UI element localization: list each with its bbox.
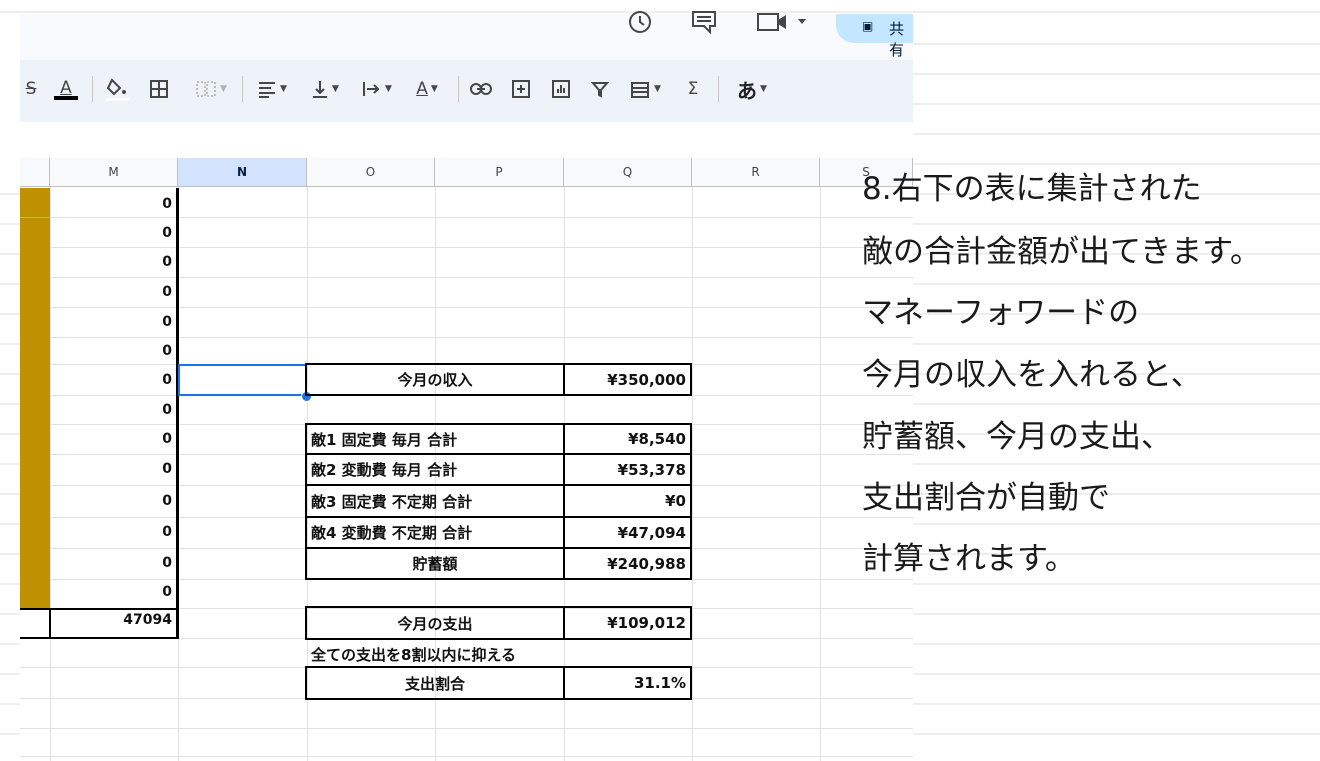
cell-m-value[interactable]: 0 [52, 493, 172, 509]
enemy3-label-cell[interactable]: 敵3 固定費 不定期 合計 [305, 484, 565, 518]
active-cell[interactable] [178, 364, 307, 396]
explanation-line: 今月の収入を入れると、 [862, 357, 1202, 393]
cell-m-value[interactable]: 0 [52, 555, 172, 571]
savings-value-cell[interactable]: ¥240,988 [563, 547, 692, 580]
horizontal-align-icon[interactable]: ▼ [250, 74, 294, 104]
lock-icon: ▣ [862, 19, 874, 33]
strikethrough-icon[interactable]: S [20, 74, 42, 104]
enemy1-label-cell[interactable]: 敵1 固定費 毎月 合計 [305, 423, 565, 455]
income-value-cell[interactable]: ¥350,000 [563, 363, 692, 396]
cell-m-value[interactable]: 0 [52, 584, 172, 600]
col-header-R[interactable]: R [692, 158, 820, 187]
col-header-N[interactable]: N [178, 158, 307, 187]
enemy3-value-cell[interactable]: ¥0 [563, 484, 692, 518]
merge-cells-icon[interactable]: ▼ [188, 74, 234, 104]
cell-m-value[interactable]: 0 [52, 196, 172, 212]
history-icon[interactable] [626, 8, 654, 36]
input-tools-button[interactable]: あ ▼ [728, 74, 776, 104]
cell-m-value[interactable]: 0 [52, 524, 172, 540]
cell-m-value[interactable]: 0 [52, 225, 172, 241]
spreadsheet-grid: M N O P Q R S 0 0 0 0 0 0 0 0 0 0 0 0 0 … [20, 158, 913, 761]
cell-m-value[interactable]: 0 [52, 343, 172, 359]
comment-icon[interactable] [506, 74, 536, 104]
explanation-line: 8.右下の表に集計された [862, 171, 1202, 207]
filter-views-icon[interactable]: ▼ [622, 74, 668, 104]
text-wrap-icon[interactable]: ▼ [356, 74, 398, 104]
comments-icon[interactable] [690, 10, 718, 34]
share-label: 共有 [889, 20, 905, 59]
cell-m-value[interactable]: 0 [52, 314, 172, 330]
enemy1-value-cell[interactable]: ¥8,540 [563, 423, 692, 455]
enemy2-value-cell[interactable]: ¥53,378 [563, 453, 692, 486]
explanation-line: 敵の合計金額が出てきます。 [862, 234, 1261, 270]
col-header-M[interactable]: M [50, 158, 178, 187]
ratio-value-cell[interactable]: 31.1% [563, 666, 692, 700]
explanation-line: マネーフォワードの [862, 295, 1140, 331]
expense-value-cell[interactable]: ¥109,012 [563, 606, 692, 640]
formula-bar-area [20, 122, 913, 158]
highlighted-column-cells [20, 188, 50, 608]
enemy4-value-cell[interactable]: ¥47,094 [563, 516, 692, 549]
cell-m-value[interactable]: 0 [52, 461, 172, 477]
enemy4-label-cell[interactable]: 敵4 変動費 不定期 合計 [305, 516, 565, 549]
ratio-label-cell[interactable]: 支出割合 [305, 666, 565, 700]
goal-note-cell[interactable]: 全ての支出を8割以内に抑える [311, 644, 516, 665]
text-rotation-icon: A [416, 79, 428, 99]
link-icon[interactable] [466, 74, 496, 104]
text-color-button[interactable]: A [52, 74, 80, 104]
fill-color-icon[interactable] [100, 74, 134, 104]
explanation-line: 計算されます。 [862, 541, 1076, 577]
input-tools-icon: あ [737, 78, 758, 103]
explanation-line: 支出割合が自動で [862, 480, 1110, 516]
col-header-Q[interactable]: Q [564, 158, 692, 187]
income-label-cell[interactable]: 今月の収入 [305, 363, 565, 396]
cell-m-value[interactable]: 0 [52, 254, 172, 270]
col-header-L[interactable] [20, 158, 50, 187]
col-header-P[interactable]: P [435, 158, 564, 187]
cell-m-value[interactable]: 0 [52, 284, 172, 300]
col-header-O[interactable]: O [307, 158, 435, 187]
functions-icon: Σ [687, 79, 699, 99]
enemy2-label-cell[interactable]: 敵2 変動費 毎月 合計 [305, 453, 565, 486]
filter-icon[interactable] [586, 74, 614, 104]
vertical-align-icon[interactable]: ▼ [304, 74, 346, 104]
explanation-line: 貯蓄額、今月の支出、 [862, 419, 1172, 455]
savings-label-cell[interactable]: 貯蓄額 [305, 547, 565, 580]
share-button[interactable]: ▣ 共有 [836, 14, 913, 59]
cell-m-value[interactable]: 0 [52, 402, 172, 418]
functions-button[interactable]: Σ [680, 74, 706, 104]
cell-m-value[interactable]: 0 [52, 372, 172, 388]
cell-m-total[interactable]: 47094 [52, 612, 172, 628]
borders-icon[interactable] [146, 74, 172, 104]
text-rotation-button[interactable]: A ▼ [406, 74, 448, 104]
text-color-icon: A [60, 78, 72, 98]
meet-icon[interactable] [756, 10, 810, 34]
expense-label-cell[interactable]: 今月の支出 [305, 606, 565, 640]
cell-m-value[interactable]: 0 [52, 431, 172, 447]
chart-icon[interactable] [546, 74, 576, 104]
